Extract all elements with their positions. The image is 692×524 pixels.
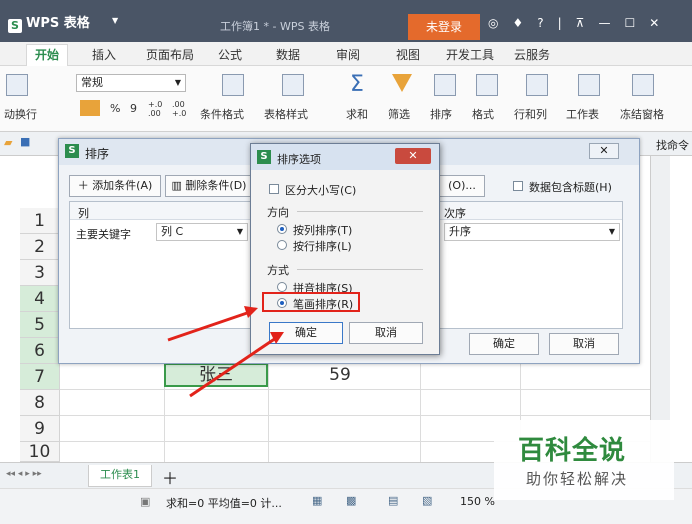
- page-layout-icon[interactable]: ▤: [388, 494, 398, 507]
- add-sheet-icon[interactable]: ＋: [162, 465, 178, 489]
- macro-icon[interactable]: ▣: [140, 495, 150, 508]
- watermark-subtitle: 助你轻松解决: [526, 470, 629, 488]
- watermark-title: 百科全说: [518, 436, 627, 466]
- arrowhead-icon: [244, 306, 258, 318]
- zoom-level[interactable]: 150 %: [460, 495, 495, 508]
- normal-view-icon[interactable]: ▦: [312, 494, 322, 507]
- sheet-nav-icon[interactable]: ◂◂ ◂ ▸ ▸▸: [6, 469, 42, 479]
- arrow-to-ok: [189, 336, 277, 398]
- page-break-view-icon[interactable]: ▩: [346, 494, 356, 507]
- arrow-to-stroke: [167, 310, 251, 342]
- status-summary: 求和=0 平均值=0 计...: [166, 497, 282, 510]
- sheet-tab-1[interactable]: 工作表1: [88, 465, 152, 487]
- reading-mode-icon[interactable]: ▧: [422, 494, 432, 507]
